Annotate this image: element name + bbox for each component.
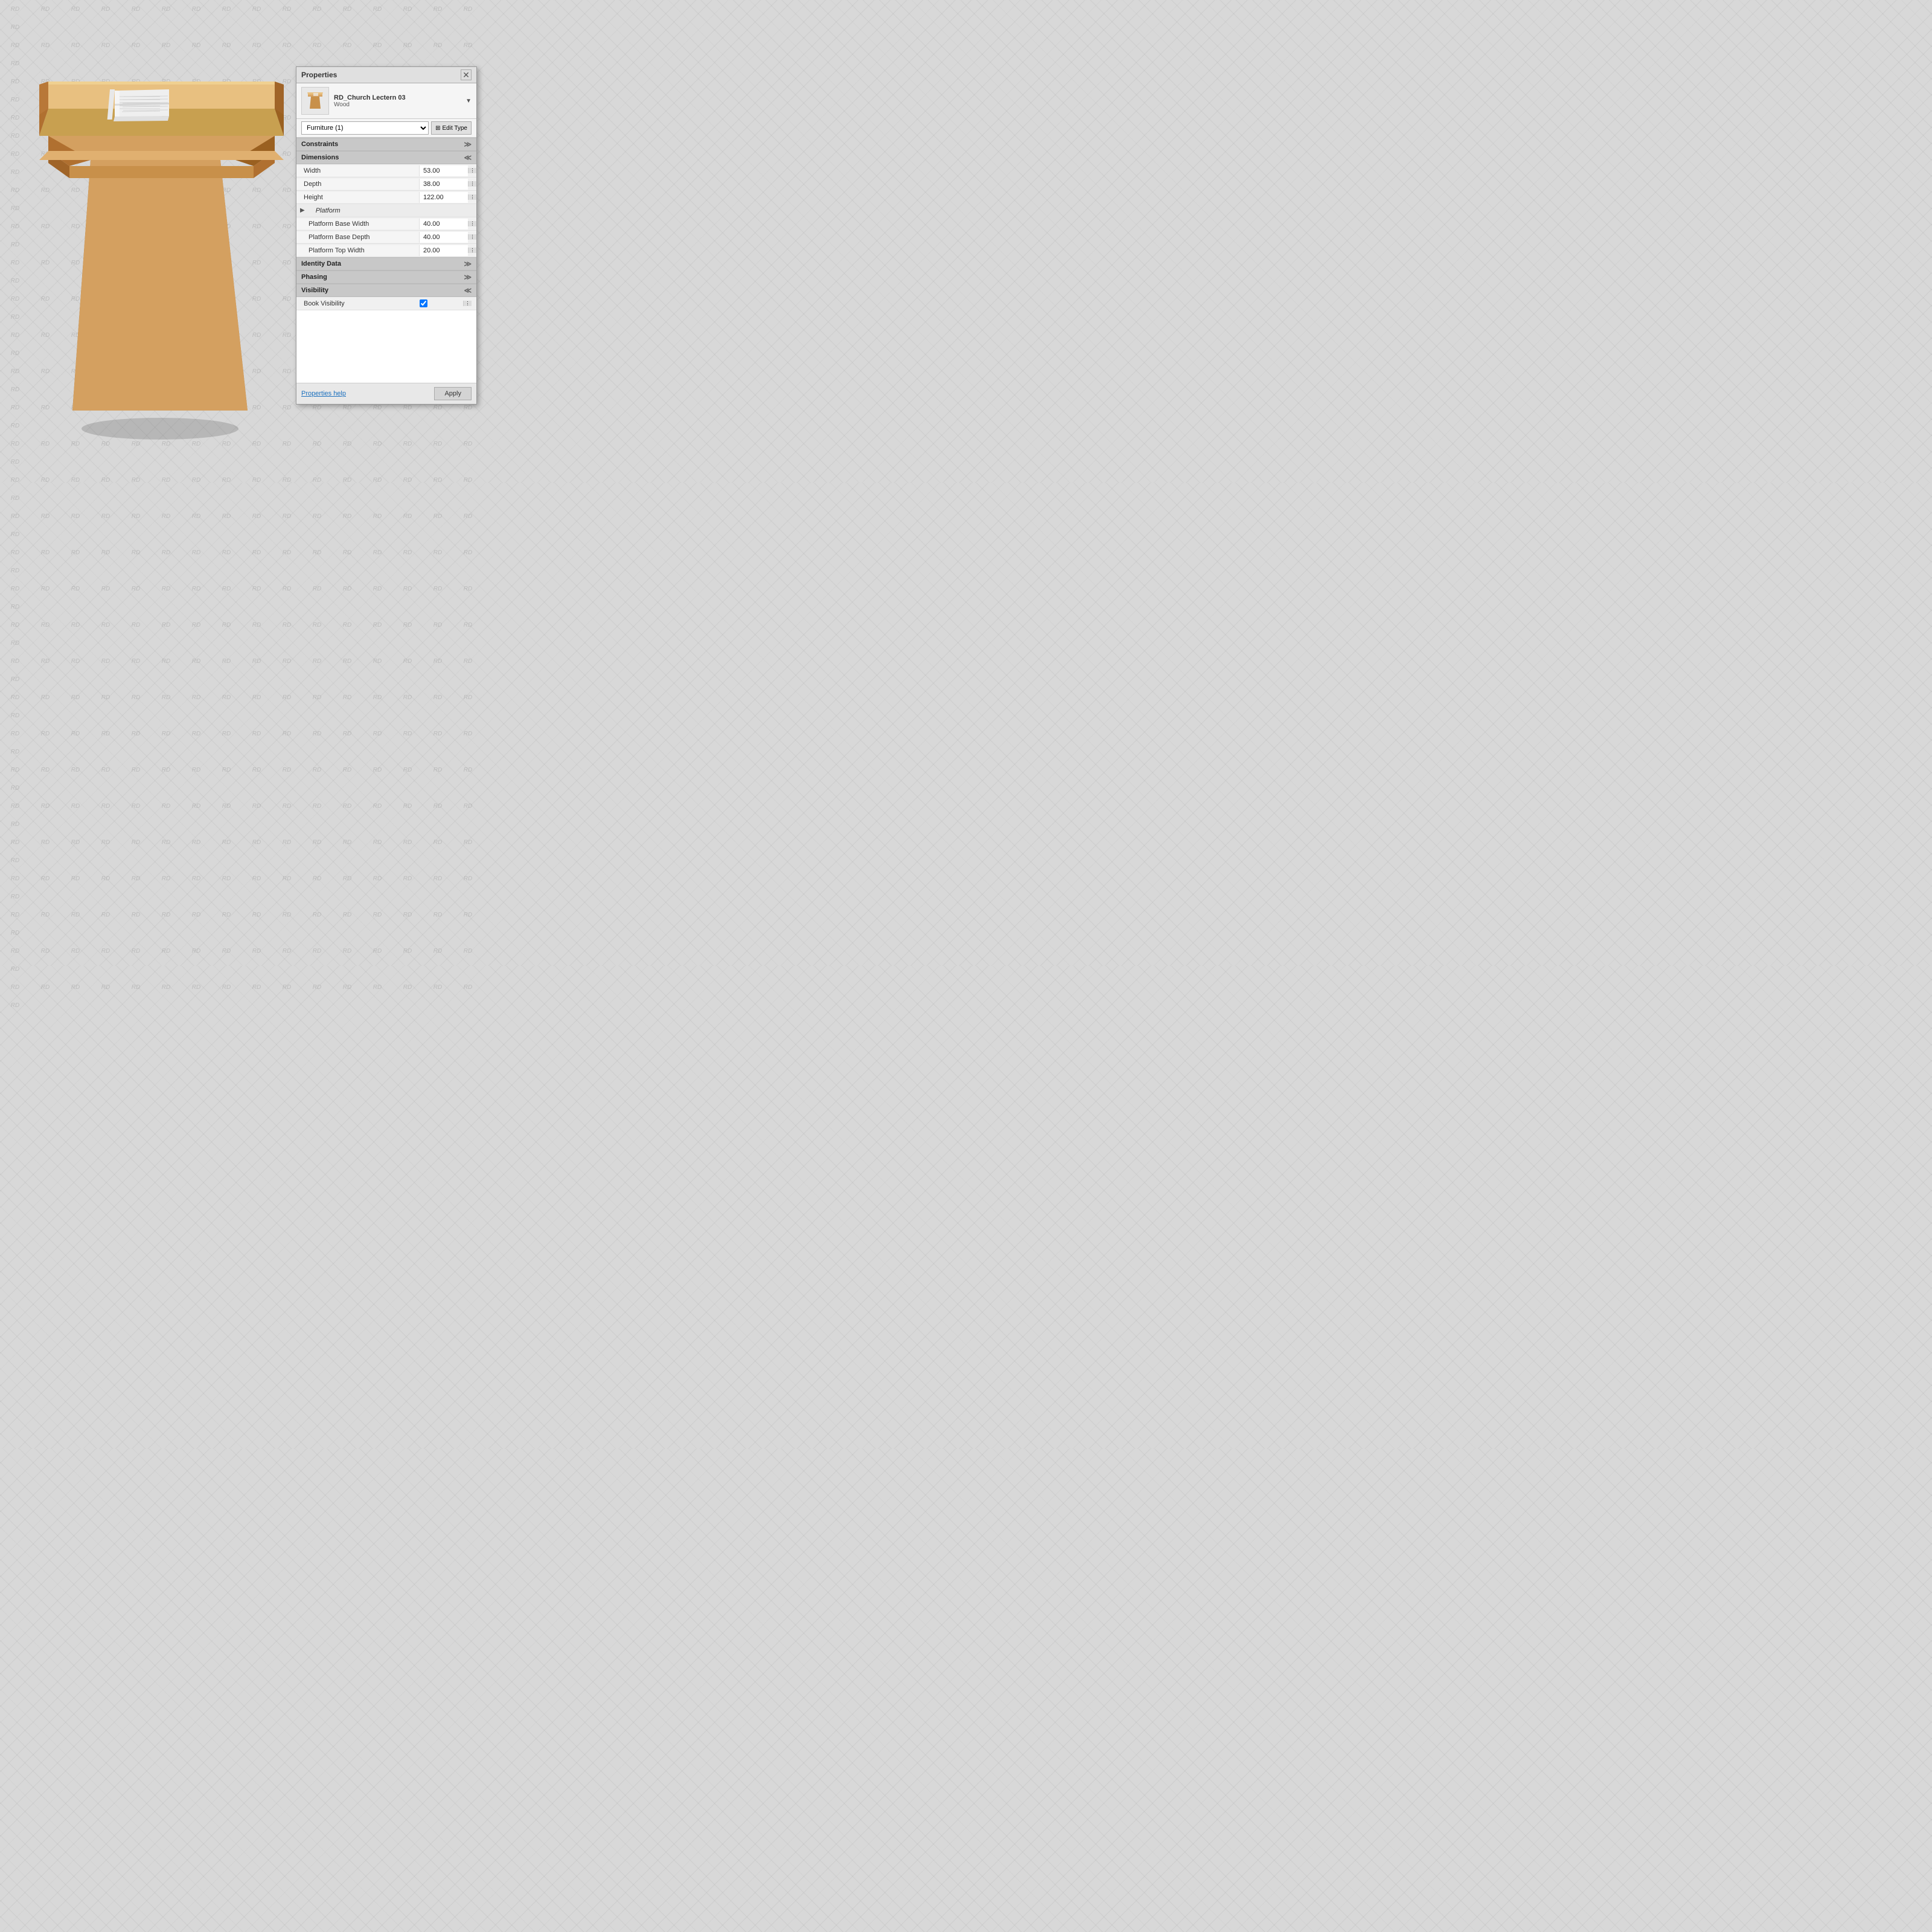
lectern-area — [12, 48, 308, 447]
properties-help-link[interactable]: Properties help — [301, 390, 346, 397]
category-select[interactable]: Furniture (1) — [301, 121, 429, 135]
prop-label-height: Height — [296, 192, 420, 203]
close-button[interactable]: ✕ — [461, 69, 472, 80]
prop-btn-platform-base-depth[interactable]: ⋮ — [468, 234, 476, 240]
dimensions-toggle-icon: ≪ — [464, 153, 472, 162]
section-dimensions[interactable]: Dimensions ≪ — [296, 151, 476, 164]
prop-row-width: Width 53.00 ⋮ — [296, 164, 476, 178]
edit-type-icon: ⊞ — [435, 125, 440, 132]
object-icon — [301, 87, 329, 115]
section-identity-data[interactable]: Identity Data ≫ — [296, 257, 476, 270]
constraints-toggle-icon: ≫ — [464, 140, 472, 149]
prop-label-platform-base-depth: Platform Base Depth — [296, 232, 420, 243]
apply-button[interactable]: Apply — [434, 387, 472, 400]
section-phasing[interactable]: Phasing ≫ — [296, 270, 476, 284]
prop-btn-platform-base-width[interactable]: ⋮ — [468, 221, 476, 226]
section-visibility[interactable]: Visibility ≪ — [296, 284, 476, 297]
prop-btn-width[interactable]: ⋮ — [468, 168, 476, 173]
prop-row-height: Height 122.00 ⋮ — [296, 191, 476, 204]
object-sub: Wood — [334, 101, 461, 108]
prop-row-platform-top-width: Platform Top Width 20.00 ⋮ — [296, 244, 476, 257]
properties-panel: Properties ✕ RD_Church Lectern 03 Wood ▼… — [296, 66, 477, 405]
prop-row-depth: Depth 38.00 ⋮ — [296, 178, 476, 191]
prop-value-platform-base-depth[interactable]: 40.00 — [420, 232, 468, 243]
prop-row-platform-base-depth: Platform Base Depth 40.00 ⋮ — [296, 231, 476, 244]
category-row: Furniture (1) ⊞ Edit Type — [296, 119, 476, 138]
panel-titlebar: Properties ✕ — [296, 67, 476, 83]
object-info: RD_Church Lectern 03 Wood — [334, 94, 461, 108]
object-name: RD_Church Lectern 03 — [334, 94, 461, 101]
prop-row-platform-base-width: Platform Base Width 40.00 ⋮ — [296, 217, 476, 231]
identity-toggle-icon: ≫ — [464, 260, 472, 268]
empty-space — [296, 310, 476, 383]
phasing-toggle-icon: ≫ — [464, 273, 472, 281]
book-visibility-checkbox-cell — [415, 299, 463, 307]
prop-value-width[interactable]: 53.00 — [420, 165, 468, 176]
book-visibility-label: Book Visibility — [301, 300, 415, 307]
prop-label-depth: Depth — [296, 179, 420, 190]
book-visibility-checkbox[interactable] — [420, 299, 427, 307]
section-constraints[interactable]: Constraints ≫ — [296, 138, 476, 151]
prop-btn-platform-top-width[interactable]: ⋮ — [468, 248, 476, 253]
book-visibility-row: Book Visibility ⋮ — [296, 297, 476, 310]
prop-value-platform-base-width[interactable]: 40.00 — [420, 219, 468, 229]
platform-expand-icon: ▶ — [296, 205, 309, 216]
prop-btn-height[interactable]: ⋮ — [468, 194, 476, 200]
panel-footer: Properties help Apply — [296, 383, 476, 404]
panel-title: Properties — [301, 71, 337, 79]
dropdown-arrow-icon[interactable]: ▼ — [465, 98, 472, 104]
panel-header: RD_Church Lectern 03 Wood ▼ — [296, 83, 476, 119]
prop-label-width: Width — [296, 165, 420, 176]
prop-btn-book-visibility[interactable]: ⋮ — [463, 301, 472, 306]
prop-value-height[interactable]: 122.00 — [420, 192, 468, 203]
platform-group-label: Platform — [309, 205, 476, 216]
prop-label-platform-top-width: Platform Top Width — [296, 245, 420, 256]
prop-value-depth[interactable]: 38.00 — [420, 179, 468, 190]
platform-group-row[interactable]: ▶ Platform — [296, 204, 476, 217]
prop-btn-depth[interactable]: ⋮ — [468, 181, 476, 187]
prop-label-platform-base-width: Platform Base Width — [296, 219, 420, 229]
edit-type-button[interactable]: ⊞ Edit Type — [431, 121, 472, 135]
prop-value-platform-top-width[interactable]: 20.00 — [420, 245, 468, 256]
visibility-toggle-icon: ≪ — [464, 286, 472, 295]
